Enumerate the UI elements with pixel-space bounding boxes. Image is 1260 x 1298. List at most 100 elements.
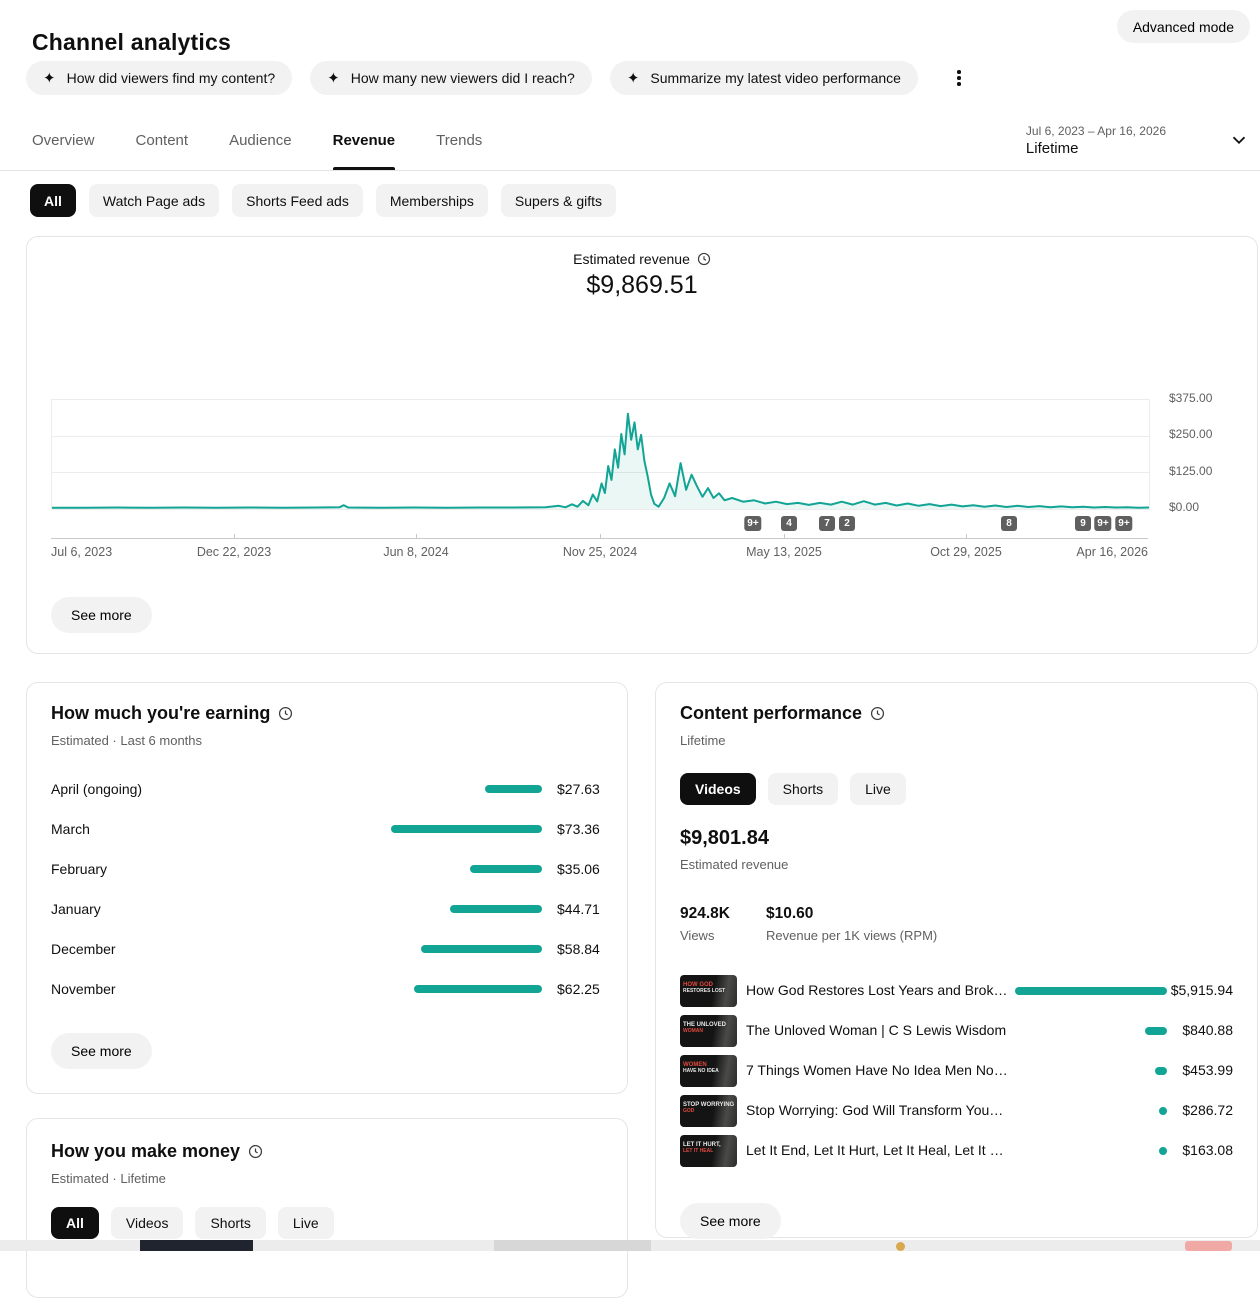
money-toggle-row: All Videos Shorts Live <box>51 1207 334 1239</box>
tab-revenue[interactable]: Revenue <box>333 110 396 170</box>
x-axis-label: Jun 8, 2024 <box>383 545 448 559</box>
chart-count-badge[interactable]: 7 <box>819 516 835 531</box>
video-revenue: $840.88 <box>1153 1022 1233 1038</box>
chart-see-more-button[interactable]: See more <box>51 597 152 633</box>
partial-coin-icon <box>896 1242 905 1251</box>
earning-month-label: March <box>51 821 90 837</box>
y-axis-label: $250.00 <box>1169 427 1239 441</box>
video-bar <box>1015 987 1167 995</box>
clock-icon <box>870 706 885 721</box>
video-title: Let It End, Let It Hurt, Let It Heal, Le… <box>746 1142 1004 1158</box>
toggle-videos[interactable]: Videos <box>111 1207 184 1239</box>
video-row[interactable]: HOW GODRESTORES LOST How God Restores Lo… <box>656 971 1259 1011</box>
earning-row[interactable]: November $62.25 <box>27 969 629 1009</box>
views-label: Views <box>680 928 730 943</box>
tab-trends[interactable]: Trends <box>436 110 482 170</box>
earning-bar <box>470 865 542 873</box>
x-axis-label: May 13, 2025 <box>746 545 822 559</box>
advanced-mode-button[interactable]: Advanced mode <box>1117 10 1250 43</box>
toggle-shorts[interactable]: Shorts <box>768 773 838 805</box>
video-row[interactable]: THE UNLOVEDWOMAN The Unloved Woman | C S… <box>656 1011 1259 1051</box>
video-row[interactable]: LET IT HURT,LET IT HEAL Let It End, Let … <box>656 1131 1259 1171</box>
video-row[interactable]: WOMENHAVE NO IDEA 7 Things Women Have No… <box>656 1051 1259 1091</box>
filter-memberships[interactable]: Memberships <box>376 184 488 217</box>
video-revenue: $5,915.94 <box>1153 982 1233 998</box>
chart-count-badge[interactable]: 2 <box>839 516 855 531</box>
how-you-make-money-card: How you make money Estimated · Lifetime … <box>26 1118 628 1298</box>
more-options-kebab-icon[interactable] <box>950 66 968 90</box>
video-rows: HOW GODRESTORES LOST How God Restores Lo… <box>656 971 1259 1171</box>
video-title: How God Restores Lost Years and Brok… <box>746 982 1007 998</box>
earning-see-more-button[interactable]: See more <box>51 1033 152 1069</box>
chart-count-badge[interactable]: 9+ <box>1094 516 1111 531</box>
filter-shorts-feed-ads[interactable]: Shorts Feed ads <box>232 184 363 217</box>
earning-card-subtitle: Estimated · Last 6 months <box>51 733 202 748</box>
rpm-stat: $10.60 Revenue per 1K views (RPM) <box>766 905 937 943</box>
x-axis-ticks <box>51 534 1148 538</box>
earning-row[interactable]: March $73.36 <box>27 809 629 849</box>
x-axis-labels: Jul 6, 2023Dec 22, 2023Jun 8, 2024Nov 25… <box>51 545 1148 561</box>
date-range-text: Jul 6, 2023 – Apr 16, 2026 <box>1026 124 1166 138</box>
video-title: 7 Things Women Have No Idea Men No… <box>746 1062 1008 1078</box>
chart-count-badge[interactable]: 9 <box>1075 516 1091 531</box>
tab-overview[interactable]: Overview <box>32 110 95 170</box>
earning-month-label: April (ongoing) <box>51 781 142 797</box>
video-title: The Unloved Woman | C S Lewis Wisdom <box>746 1022 1006 1038</box>
video-row[interactable]: STOP WORRYINGGOD Stop Worrying: God Will… <box>656 1091 1259 1131</box>
partial-dark-segment <box>140 1240 253 1251</box>
content-card-title: Content performance <box>680 703 862 724</box>
video-revenue: $163.08 <box>1153 1142 1233 1158</box>
tab-audience[interactable]: Audience <box>229 110 292 170</box>
earning-value: $44.71 <box>557 901 600 917</box>
clock-icon <box>248 1144 263 1159</box>
video-thumbnail: HOW GODRESTORES LOST <box>680 975 737 1007</box>
earning-row[interactable]: February $35.06 <box>27 849 629 889</box>
video-title: Stop Worrying: God Will Transform You… <box>746 1102 1003 1118</box>
content-toggle-row: Videos Shorts Live <box>680 773 906 805</box>
chart-count-badge[interactable]: 9+ <box>744 516 761 531</box>
how-much-earning-card: How much you're earning Estimated · Last… <box>26 682 628 1094</box>
video-thumbnail: THE UNLOVEDWOMAN <box>680 1015 737 1047</box>
toggle-live[interactable]: Live <box>278 1207 334 1239</box>
tab-content[interactable]: Content <box>136 110 189 170</box>
earning-row[interactable]: December $58.84 <box>27 929 629 969</box>
content-performance-card: Content performance Lifetime Videos Shor… <box>655 682 1258 1238</box>
suggestion-chip-new-viewers[interactable]: ✦ How many new viewers did I reach? <box>310 61 592 95</box>
toggle-live[interactable]: Live <box>850 773 906 805</box>
toggle-all[interactable]: All <box>51 1207 99 1239</box>
chart-count-badge[interactable]: 9+ <box>1115 516 1132 531</box>
analytics-tabbar: Overview Content Audience Revenue Trends… <box>0 110 1260 171</box>
filter-watch-page-ads[interactable]: Watch Page ads <box>89 184 219 217</box>
filter-supers-gifts[interactable]: Supers & gifts <box>501 184 616 217</box>
suggestion-chip-video-performance[interactable]: ✦ Summarize my latest video performance <box>610 61 918 95</box>
earning-value: $73.36 <box>557 821 600 837</box>
x-axis-label: Nov 25, 2024 <box>563 545 637 559</box>
revenue-area-fill <box>52 414 1149 509</box>
earning-bar <box>485 785 542 793</box>
x-axis-label: Apr 16, 2026 <box>1076 545 1148 559</box>
toggle-videos[interactable]: Videos <box>680 773 756 805</box>
video-thumbnail: STOP WORRYINGGOD <box>680 1095 737 1127</box>
content-revenue-label: Estimated revenue <box>680 857 788 872</box>
chart-metric-label: Estimated revenue <box>573 251 690 267</box>
chart-count-badge[interactable]: 4 <box>781 516 797 531</box>
earning-rows: April (ongoing) $27.63 March $73.36 Febr… <box>27 769 629 1009</box>
toggle-shorts[interactable]: Shorts <box>195 1207 265 1239</box>
earning-card-title: How much you're earning <box>51 703 270 724</box>
earning-row[interactable]: January $44.71 <box>27 889 629 929</box>
earning-month-label: January <box>51 901 101 917</box>
filter-all[interactable]: All <box>30 184 76 217</box>
earning-row[interactable]: April (ongoing) $27.63 <box>27 769 629 809</box>
date-range-selector[interactable]: Jul 6, 2023 – Apr 16, 2026 Lifetime <box>1026 110 1250 170</box>
chevron-down-icon <box>1228 129 1250 151</box>
content-see-more-button[interactable]: See more <box>680 1203 781 1239</box>
earning-month-label: November <box>51 981 116 997</box>
chart-count-badge[interactable]: 8 <box>1001 516 1017 531</box>
suggestion-chip-find-content[interactable]: ✦ How did viewers find my content? <box>26 61 292 95</box>
y-axis-label: $125.00 <box>1169 464 1239 478</box>
x-axis-label: Dec 22, 2023 <box>197 545 271 559</box>
views-stat: 924.8K Views <box>680 905 730 943</box>
earning-value: $35.06 <box>557 861 600 877</box>
revenue-line-plot[interactable] <box>51 399 1150 510</box>
video-revenue: $453.99 <box>1153 1062 1233 1078</box>
